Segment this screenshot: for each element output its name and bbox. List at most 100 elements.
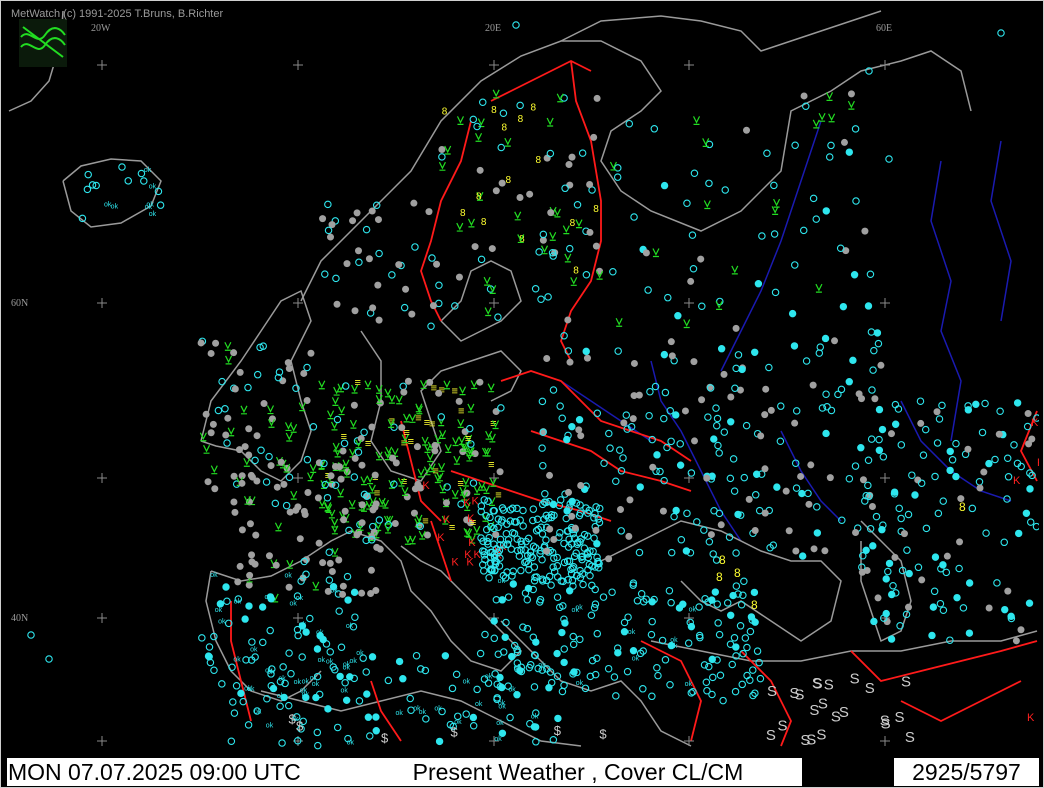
station-overcast-marker: [354, 247, 362, 255]
station-clear-marker: [812, 215, 820, 223]
station-clear-marker: [917, 479, 926, 487]
thunderstorm-symbol: K: [467, 513, 475, 525]
station-overcast-marker: [358, 589, 366, 597]
station-cloudy-marker: [849, 356, 857, 365]
station-clear-marker: [729, 455, 738, 463]
station-overcast-marker: [703, 474, 711, 482]
station-overcast-marker: [368, 423, 376, 431]
station-overcast-marker: [891, 553, 899, 561]
station-clear-marker: [623, 667, 632, 676]
rain-shower-symbol: [395, 395, 403, 405]
station-clear-marker: [325, 576, 334, 584]
station-clear-marker: [285, 649, 293, 657]
smoke-symbol: S: [778, 718, 788, 735]
station-overcast-marker: [761, 509, 769, 517]
station-clear-marker: [705, 179, 713, 188]
station-clear-marker: [205, 643, 214, 651]
station-overcast-marker: [690, 358, 698, 366]
station-clear-marker: [599, 593, 608, 601]
rain-shower-symbol: [224, 341, 232, 351]
lon-label-60e: 60E: [876, 23, 893, 34]
station-ok-label: ok: [218, 618, 226, 625]
station-ok-label: ok: [210, 572, 218, 579]
status-bar: MON 07.07.2025 09:00 UTC Present Weather…: [7, 758, 1039, 786]
station-cloudy-marker: [1026, 485, 1034, 493]
station-ok-label: ok: [343, 665, 351, 672]
station-cloudy-marker: [1013, 399, 1022, 407]
station-ok-label: ok: [111, 204, 119, 211]
station-cloudy-marker: [372, 727, 380, 735]
station-overcast-marker: [207, 349, 215, 357]
station-overcast-marker: [698, 396, 706, 404]
station-clear-marker: [720, 428, 729, 436]
station-clear-marker: [936, 599, 945, 608]
station-cloudy-marker: [839, 302, 848, 311]
station-overcast-marker: [743, 126, 751, 134]
station-overcast-marker: [476, 166, 484, 174]
station-cloudy-marker: [682, 547, 691, 555]
station-cloudy-marker: [553, 649, 561, 658]
station-cloudy-marker: [344, 596, 352, 604]
station-clear-marker: [633, 597, 642, 605]
station-ok-label: ok: [576, 680, 584, 687]
station-cloudy-marker: [928, 631, 936, 640]
station-clear-marker: [257, 446, 265, 454]
station-cloudy-marker: [660, 350, 669, 359]
station-cloudy-marker: [679, 600, 687, 608]
station-overcast-marker: [335, 463, 343, 471]
weather-map[interactable]: okokokokokokok88888888888888≡≡≡≡≡≡≡≡≡≡≡≡…: [7, 7, 1039, 757]
station-clear-marker: [935, 415, 944, 423]
station-cloudy-marker: [435, 737, 444, 746]
station-clear-marker: [546, 149, 555, 158]
station-cloudy-marker: [965, 579, 974, 587]
station-clear-marker: [485, 533, 493, 542]
station-overcast-marker: [732, 324, 740, 332]
rain-shower-symbol: [285, 432, 293, 442]
station-clear-marker: [827, 406, 836, 415]
station-clear-marker: [535, 248, 543, 256]
rain-shower-symbol: [477, 118, 485, 128]
station-cloudy-marker: [629, 646, 638, 655]
rain-shower-symbol: [815, 283, 823, 293]
rain-shower-symbol: [504, 137, 512, 147]
rain-shower-symbol: [703, 200, 711, 210]
station-clear-marker: [580, 544, 589, 552]
station-clear-marker: [1032, 522, 1039, 531]
station-cloudy-marker: [364, 713, 373, 721]
station-clear-marker: [259, 638, 267, 647]
country-border: [850, 640, 1038, 682]
station-overcast-marker: [435, 389, 443, 397]
station-clear-marker: [521, 589, 530, 597]
smoke-symbol: S: [901, 674, 911, 691]
metwatch-logo: [19, 19, 67, 67]
station-overcast-marker: [265, 552, 273, 560]
graticule-cross: [293, 60, 303, 70]
station-clear-marker: [84, 170, 92, 179]
station-clear-marker: [714, 441, 722, 450]
station-clear-marker: [721, 186, 729, 194]
station-clear-marker: [719, 696, 727, 705]
station-clear-marker: [851, 125, 860, 133]
rain-shower-symbol: [467, 403, 475, 413]
station-ok-label: ok: [278, 676, 286, 683]
station-overcast-marker: [476, 378, 484, 386]
station-clear-marker: [251, 456, 259, 465]
station-overcast-marker: [373, 543, 381, 551]
station-clear-marker: [732, 364, 740, 373]
station-clear-marker: [740, 577, 748, 585]
station-clear-marker: [469, 115, 478, 124]
station-overcast-marker: [1025, 440, 1033, 448]
smoke-symbol: S: [806, 731, 816, 748]
smoke-symbol: S: [894, 709, 904, 726]
station-overcast-marker: [367, 566, 375, 574]
thunderstorm-symbol: K: [474, 549, 482, 561]
station-clear-marker: [688, 231, 697, 239]
station-clear-marker: [889, 581, 897, 590]
station-clear-marker: [955, 564, 963, 573]
station-clear-marker: [1003, 454, 1012, 463]
station-overcast-marker: [245, 425, 253, 433]
station-overcast-marker: [358, 461, 366, 469]
station-overcast-marker: [625, 532, 633, 540]
station-clear-marker: [448, 684, 457, 693]
fog-symbol: ≡: [429, 418, 435, 430]
